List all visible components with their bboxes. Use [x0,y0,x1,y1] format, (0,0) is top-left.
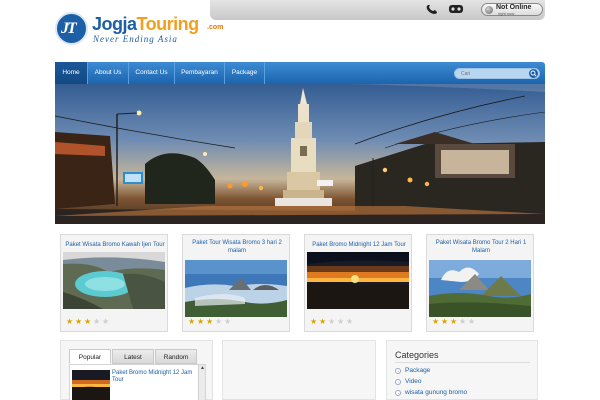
search-box [454,68,540,79]
tab-popular[interactable]: Popular [69,349,111,364]
star-icon: ★ [346,317,354,326]
yahoo-messenger-icon[interactable] [448,3,464,15]
hero-banner-image [55,84,545,224]
card-title[interactable]: Paket Tour Wisata Bromo 3 hari 2 malam [185,239,289,255]
logo-tagline: Never Ending Asia [93,34,178,44]
star-icon: ★ [468,317,476,326]
scroll-up-icon[interactable]: ▲ [200,366,205,371]
search-button[interactable] [529,69,538,78]
package-card[interactable]: Paket Wisata Bromo Kawah Ijen Tour ★ ★ ★… [60,234,168,332]
nav-item-package[interactable]: Package [225,62,265,84]
main-navigation: Home About Us Contact Us Pembayaran Pack… [55,62,545,84]
widget-tabs: Popular Latest Random [69,349,197,365]
site-logo[interactable]: JT JogjaTouring .com Never Ending Asia [55,12,223,46]
card-image[interactable] [185,260,287,317]
status-subtext: right now [498,11,515,16]
divider [395,362,530,363]
widget-scrollbar[interactable]: ▲ [198,365,205,400]
card-title[interactable]: Paket Wisata Bromo Kawah Ijen Tour [63,241,167,249]
package-card[interactable]: Paket Tour Wisata Bromo 3 hari 2 malam ★… [182,234,290,332]
star-icon: ★ [224,317,232,326]
nav-item-about-us[interactable]: About Us [88,62,129,84]
star-icon: ★ [450,317,458,326]
star-icon: ★ [215,317,223,326]
star-icon: ★ [337,317,345,326]
bullet-icon [395,368,401,374]
post-thumbnail[interactable] [72,370,110,400]
star-icon: ★ [459,317,467,326]
package-card[interactable]: Paket Wisata Bromo Tour 2 Hari 1 Malam ★… [426,234,534,332]
card-image[interactable] [63,252,165,309]
nav-item-home[interactable]: Home [55,62,88,84]
card-image[interactable] [307,252,409,309]
star-icon: ★ [93,317,101,326]
tabbed-widget: Popular Latest Random Paket Bromo Midnig… [60,340,213,400]
online-status-badge[interactable]: Not Online right now [481,3,543,16]
search-input[interactable] [461,70,523,78]
logo-mark: JT [55,12,88,45]
bullet-icon [395,390,401,396]
status-icon [485,6,493,14]
star-icon: ★ [441,317,449,326]
card-image[interactable] [429,260,531,317]
phone-icon[interactable] [425,3,441,15]
tab-latest[interactable]: Latest [112,349,154,364]
star-icon: ★ [328,317,336,326]
search-icon [530,70,537,77]
star-icon: ★ [432,317,440,326]
status-text: Not Online [496,4,532,11]
logo-name: JogjaTouring [92,14,199,34]
empty-widget [222,340,376,400]
categories-heading: Categories [395,350,439,360]
star-icon: ★ [84,317,92,326]
tab-random[interactable]: Random [155,349,197,364]
star-rating: ★ ★ ★ ★ ★ [66,318,116,327]
star-icon: ★ [66,317,74,326]
star-icon: ★ [197,317,205,326]
star-rating: ★ ★ ★ ★ ★ [432,318,482,327]
card-title[interactable]: Paket Bromo Midnight 12 Jam Tour [307,241,411,249]
nav-item-contact-us[interactable]: Contact Us [129,62,175,84]
post-link[interactable]: Paket Bromo Midnight 12 Jam Tour [112,370,196,384]
categories-widget: Categories Package Video wisata gunung b… [386,340,538,400]
bullet-icon [395,379,401,385]
card-title[interactable]: Paket Wisata Bromo Tour 2 Hari 1 Malam [429,239,533,255]
nav-item-pembayaran[interactable]: Pembayaran [175,62,225,84]
star-rating: ★ ★ ★ ★ ★ [188,318,238,327]
package-card[interactable]: Paket Bromo Midnight 12 Jam Tour ★ ★ ★ ★… [304,234,412,332]
tab-content: Paket Bromo Midnight 12 Jam Tour ▲ [69,364,206,400]
star-icon: ★ [206,317,214,326]
star-icon: ★ [102,317,110,326]
logo-dotcom: .com [207,24,224,31]
star-rating: ★ ★ ★ ★ ★ [310,318,360,327]
star-icon: ★ [188,317,196,326]
star-icon: ★ [75,317,83,326]
star-icon: ★ [319,317,327,326]
star-icon: ★ [310,317,318,326]
